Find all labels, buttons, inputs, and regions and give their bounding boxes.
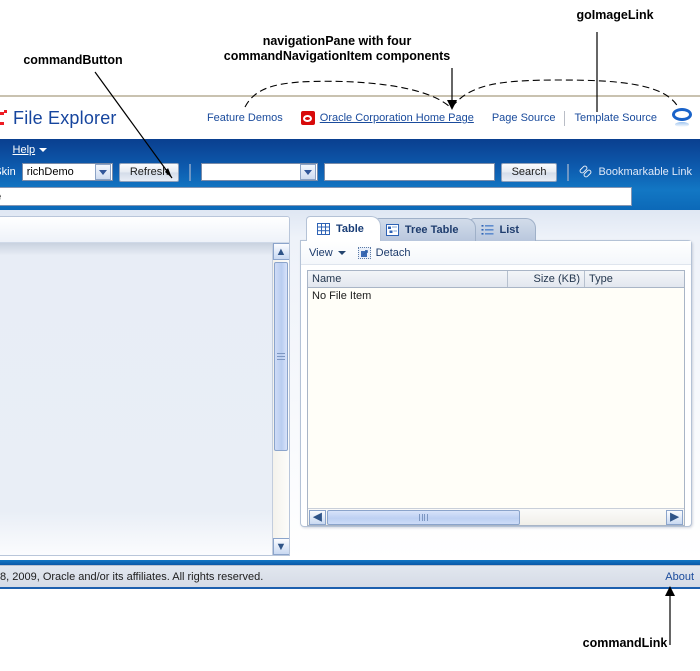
toolbar-divider <box>189 163 192 181</box>
annotation-command-button: commandButton <box>23 53 123 67</box>
nav-item-label: Page Source <box>491 112 556 124</box>
chevron-down-icon <box>337 250 346 255</box>
main-toolbar: elect Skin richDemo Refresh Search Bookm… <box>0 159 700 185</box>
application-window: File Explorer Feature Demos Oracle Corpo… <box>0 95 700 600</box>
table-header-row: Name Size (KB) Type <box>308 271 684 288</box>
status-field[interactable]: None <box>0 187 632 206</box>
oracle-o-logo-icon[interactable] <box>672 107 694 129</box>
copyright-text: 8, 2009, Oracle and/or its affiliates. A… <box>0 570 264 583</box>
annotation-go-image-link: goImageLink <box>576 8 654 22</box>
content-panes: 0 1 2 3 ▲ ▼ <box>0 210 700 560</box>
vertical-scrollbar[interactable]: ▲ ▼ <box>272 243 289 555</box>
menu-help-label: Help <box>12 144 36 156</box>
oracle-badge-icon <box>300 111 315 125</box>
list-icon <box>481 225 494 235</box>
skin-select[interactable]: richDemo <box>21 163 113 181</box>
tab-table[interactable]: Table <box>306 216 381 241</box>
tab-label: List <box>499 224 520 236</box>
tab-list[interactable]: List <box>469 218 537 241</box>
folder-tree-body: 0 1 2 3 ▲ ▼ <box>0 243 289 555</box>
chevron-down-icon[interactable] <box>300 164 317 180</box>
detach-button[interactable]: ↗ Detach <box>357 246 411 259</box>
table-toolbar: View ↗ Detach <box>301 241 691 265</box>
nav-item-template-source[interactable]: Template Source <box>565 112 666 124</box>
grip-icon <box>276 352 285 361</box>
menu-bar: iew Help <box>0 139 700 159</box>
tab-label: Tree Table <box>404 224 459 236</box>
tree-table-icon <box>385 224 399 236</box>
table-tab-panel: View ↗ Detach Name Size (KB) Type No Fil… <box>300 240 692 527</box>
annotation-command-link: commandLink <box>582 636 668 650</box>
navigation-pane: Feature Demos Oracle Corporation Home Pa… <box>198 107 694 129</box>
horizontal-scrollbar-thumb[interactable] <box>327 509 520 525</box>
horizontal-scrollbar-track[interactable] <box>327 509 665 525</box>
status-row: None <box>0 185 700 210</box>
view-menu-button[interactable]: View <box>309 247 346 259</box>
page-title: File Explorer <box>13 107 117 128</box>
grip-icon <box>419 513 428 521</box>
footer-bar: 8, 2009, Oracle and/or its affiliates. A… <box>0 565 700 589</box>
tab-tree-table[interactable]: Tree Table <box>374 218 476 241</box>
search-input[interactable] <box>324 163 495 181</box>
chevron-left-icon[interactable]: ◀ <box>309 509 326 525</box>
nav-item-label: Oracle Corporation Home Page <box>319 112 474 124</box>
select-skin-label: elect Skin <box>0 166 16 178</box>
chevron-down-icon[interactable] <box>94 164 111 180</box>
tab-label: Table <box>336 223 364 235</box>
toolbar-divider-2 <box>567 163 570 181</box>
bookmarkable-link-label: Bookmarkable Link <box>598 166 692 178</box>
folder-tree-pane: 0 1 2 3 ▲ ▼ <box>0 216 290 556</box>
vertical-scrollbar-thumb[interactable] <box>273 262 288 452</box>
about-link[interactable]: About <box>665 571 694 583</box>
branding-bar: File Explorer Feature Demos Oracle Corpo… <box>0 95 700 139</box>
brand-left-group: File Explorer <box>0 108 117 129</box>
search-button[interactable]: Search <box>500 162 558 182</box>
tab-bar: Table Tree Table List <box>300 216 692 241</box>
file-detail-pane: Table Tree Table List View ↗ Detach Name… <box>300 216 692 556</box>
column-header-name[interactable]: Name <box>308 271 508 287</box>
detach-label: Detach <box>375 246 411 259</box>
nav-item-feature-demos[interactable]: Feature Demos <box>198 112 292 124</box>
chevron-down-icon[interactable]: ▼ <box>272 538 289 555</box>
table-grid-icon <box>317 223 330 235</box>
refresh-button[interactable]: Refresh <box>118 162 180 182</box>
bookmarkable-link[interactable]: Bookmarkable Link <box>578 164 692 179</box>
table-empty-message: No File Item <box>312 290 372 302</box>
folder-tree-area[interactable]: 0 1 2 3 <box>0 243 272 555</box>
oracle-wordmark-icon <box>0 108 7 128</box>
file-table: Name Size (KB) Type No File Item ◀ ▶ <box>307 270 685 526</box>
chain-link-icon <box>578 164 593 179</box>
vertical-scrollbar-track[interactable] <box>272 260 289 538</box>
chrome-region: iew Help elect Skin richDemo Refresh Sea… <box>0 139 700 210</box>
detach-icon: ↗ <box>357 246 371 259</box>
nav-item-label: Template Source <box>574 112 657 124</box>
nav-item-label: Feature Demos <box>206 112 283 124</box>
horizontal-scrollbar[interactable]: ◀ ▶ <box>308 508 684 525</box>
nav-item-page-source[interactable]: Page Source <box>483 112 565 124</box>
folder-tree-header <box>0 217 289 243</box>
annotation-navigation-pane: navigationPane with four commandNavigati… <box>223 34 451 63</box>
table-body: No File Item <box>308 288 684 508</box>
column-header-type[interactable]: Type <box>585 271 684 287</box>
chevron-right-icon[interactable]: ▶ <box>666 509 683 525</box>
nav-item-oracle-home-page[interactable]: Oracle Corporation Home Page <box>292 111 483 125</box>
view-menu-label: View <box>309 246 333 259</box>
skin-select-value: richDemo <box>26 166 74 178</box>
chevron-down-icon <box>39 148 48 152</box>
menu-help[interactable]: Help <box>13 144 48 156</box>
chevron-up-icon[interactable]: ▲ <box>272 243 289 260</box>
column-header-size[interactable]: Size (KB) <box>508 271 585 287</box>
search-scope-select[interactable] <box>201 163 319 181</box>
